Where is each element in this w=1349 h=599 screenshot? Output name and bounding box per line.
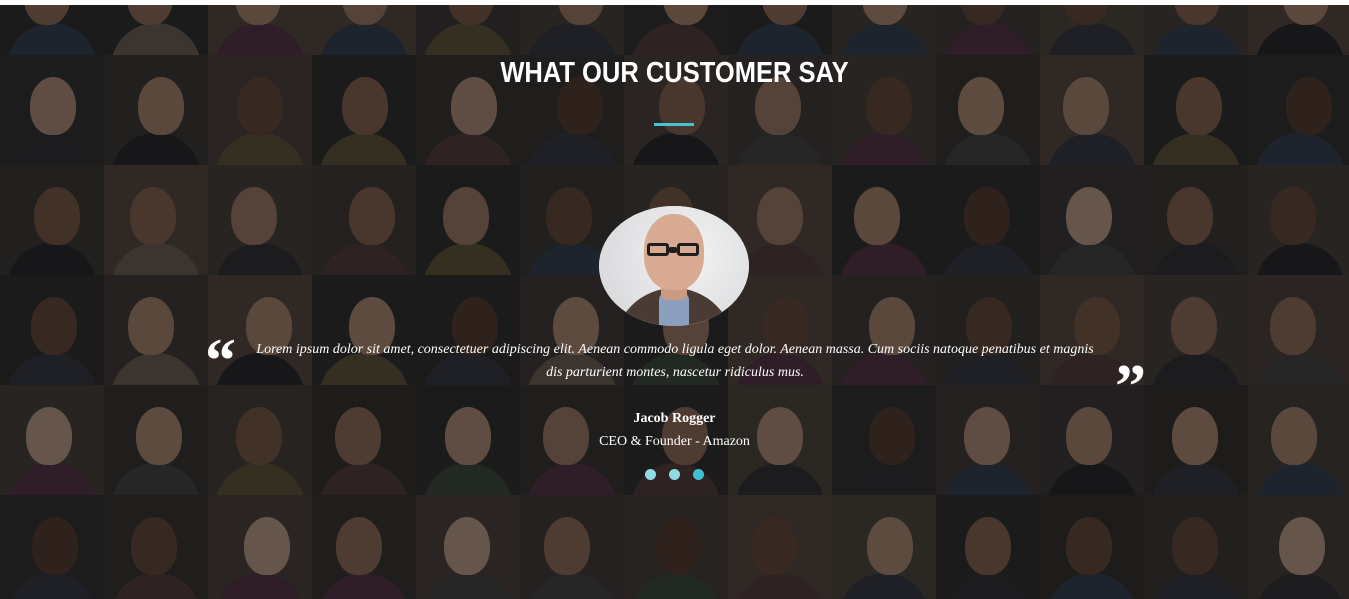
section-title: WHAT OUR CUSTOMER SAY [500, 57, 849, 89]
author-name: Jacob Rogger [633, 411, 716, 426]
title-underline [654, 123, 694, 126]
author-avatar [599, 206, 749, 326]
author-role: CEO & Founder - Amazon [599, 434, 750, 449]
carousel-dots [645, 469, 705, 481]
carousel-dot-1[interactable] [645, 469, 656, 480]
close-quote-icon: ” [1115, 353, 1146, 421]
open-quote-icon: “ [205, 327, 236, 395]
testimonial-text: Lorem ipsum dolor sit amet, consectetuer… [256, 342, 1094, 380]
carousel-dot-3[interactable] [693, 469, 704, 480]
carousel-dot-2[interactable] [669, 469, 680, 480]
